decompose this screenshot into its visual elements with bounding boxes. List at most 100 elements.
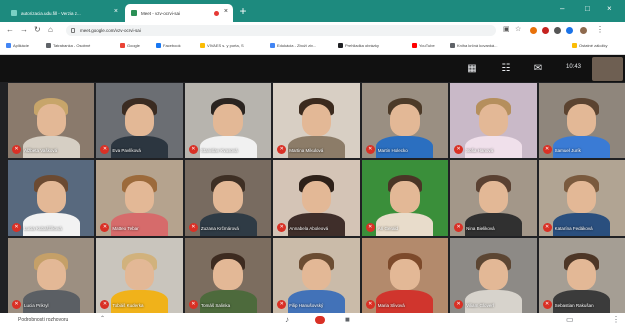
participant-tile[interactable]: ✕ Katarína Fedáková (538, 160, 625, 236)
tab-close-icon[interactable]: × (224, 8, 228, 15)
bookmark-item[interactable]: Facebook (156, 43, 181, 48)
google-icon (120, 43, 125, 48)
participant-tile[interactable]: ✕ Samuel Jurík (538, 83, 625, 159)
browser-tab-2[interactable]: Meet - vzv-ocrvi-sai × (125, 4, 233, 22)
participant-tile[interactable]: ✕ Lucia Kubaščíková (8, 160, 95, 236)
participant-tile[interactable]: ✕ Tobiáš Kuderka (96, 237, 183, 313)
meeting-details-button[interactable]: Podrobnosti rozhovoru (18, 317, 68, 323)
bookmark-item[interactable]: VIVAES s. y porta, S (200, 43, 244, 48)
bookmark-apps[interactable]: Aplikácie (6, 43, 29, 48)
window-close-icon[interactable]: × (607, 4, 612, 13)
participant-name: Sebastian Rakušan (554, 302, 594, 308)
self-view-video (592, 57, 623, 81)
extension-icon[interactable] (530, 27, 537, 34)
extension-icon[interactable] (542, 27, 549, 34)
mic-muted-icon: ✕ (542, 222, 552, 232)
participant-face (390, 181, 420, 214)
participant-tile[interactable]: ✕ Ari Gerald (361, 160, 449, 236)
participant-face (478, 181, 509, 214)
camera-toggle-icon[interactable]: ■ (345, 315, 350, 324)
extension-icon[interactable] (554, 27, 561, 34)
grid-layout-icon[interactable]: ▦ (466, 63, 478, 75)
bookmark-item[interactable]: Tatrabanka - Osobné (46, 43, 90, 48)
chat-icon[interactable]: ✉ (532, 63, 544, 75)
participant-tile[interactable]: ✕ Lucia Prikryl (8, 237, 95, 313)
participant-tile[interactable]: ✕ Filip Hanušovský (273, 237, 360, 313)
forward-icon[interactable]: → (20, 25, 28, 34)
chevron-up-icon[interactable]: ⌃ (100, 315, 105, 322)
participant-name: Samuel Jurík (554, 148, 581, 154)
participant-body (376, 213, 434, 236)
participant-tile[interactable]: ✕ Maria Slivová (361, 237, 449, 313)
participant-body (464, 213, 522, 236)
reload-icon[interactable]: ↻ (34, 25, 41, 34)
participant-tile[interactable]: ✕ Zuzana Krčmárová (184, 160, 272, 236)
bookmark-icon (450, 43, 455, 48)
maximize-icon[interactable]: □ (585, 4, 590, 13)
participant-name: Stanislav Kvasová (200, 148, 238, 154)
bookmark-item[interactable]: Kniha krčná kovanká... (450, 43, 497, 48)
microphone-icon[interactable]: ♪ (285, 315, 289, 324)
participant-tile[interactable]: ✕ Annabela Aboleová (273, 160, 360, 236)
participant-name: Viliam Gloverl (466, 302, 494, 308)
address-bar-row: ← → ↻ ⌂ meet.google.com/vzv-ocrvi-sai ▣ … (0, 22, 625, 38)
participant-name: Ari Gerald (377, 225, 398, 231)
profile-avatar[interactable] (580, 27, 587, 34)
participant-face (36, 258, 66, 291)
url-field[interactable]: meet.google.com/vzv-ocrvi-sai (66, 25, 496, 36)
participant-face (36, 181, 66, 214)
home-icon[interactable]: ⌂ (48, 25, 53, 34)
participant-tile[interactable]: ✕ Nina Bieliková (450, 160, 537, 236)
menu-kebab-icon[interactable]: ⋮ (596, 25, 604, 34)
participant-name: Tomáš Salinka (200, 302, 231, 308)
participant-tile[interactable]: ✕ Tomáš Salinka (184, 237, 272, 313)
star-icon[interactable]: ☆ (515, 25, 521, 33)
participant-face (301, 258, 332, 291)
bookmark-item[interactable]: Edukácia - Zboží ziv... (270, 43, 316, 48)
tab-close-icon[interactable]: × (114, 8, 118, 15)
new-tab-button[interactable]: + (236, 4, 250, 18)
bookmark-item[interactable]: YouTube (412, 43, 435, 48)
participant-face (478, 104, 509, 136)
back-icon[interactable]: ← (6, 25, 14, 34)
participant-tile[interactable]: ✕ Sebastian Rakušan (538, 237, 625, 313)
participant-name: Alžbeta Vašková (24, 148, 58, 154)
participant-name: Eva Pavlíková (112, 148, 141, 154)
participant-tile[interactable]: ✕ Matteo Tebar (96, 160, 183, 236)
participant-name: Zuzana Krčmárová (200, 225, 239, 231)
participant-body (376, 290, 434, 313)
participant-name: Lucia Prikryl (24, 302, 49, 308)
participant-face (124, 258, 155, 291)
bookmark-item[interactable]: Google (120, 43, 140, 48)
participant-body (464, 290, 522, 313)
mic-muted-icon: ✕ (188, 299, 198, 309)
apps-icon (6, 43, 11, 48)
minimize-icon[interactable]: – (560, 4, 564, 13)
participant-tile[interactable]: ✕ Stanislav Kvasová (184, 83, 272, 159)
browser-tab-1[interactable]: autorizacia.udu.fill - Verzia z... × (5, 4, 123, 22)
bookmark-icon (338, 43, 343, 48)
other-bookmarks[interactable]: Ostatné záložky (572, 43, 607, 48)
participant-tile[interactable]: ✕ Alžbeta Vašková (8, 83, 95, 159)
participant-tile[interactable]: ✕ Martin Holecko (361, 83, 449, 159)
participant-tile[interactable]: ✕ Eva Pavlíková (96, 83, 183, 159)
tab-title: autorizacia.udu.fill - Verzia z... (21, 10, 81, 16)
participant-tile[interactable]: ✕ Martina Mikulová (273, 83, 360, 159)
participant-tile[interactable]: ✕ Viliam Gloverl (450, 237, 537, 313)
bookmark-item[interactable]: Prehliadka obrázky (338, 43, 379, 48)
participant-face (478, 258, 509, 291)
mic-muted-icon: ✕ (365, 299, 375, 309)
participant-body (553, 290, 611, 313)
participant-tile[interactable]: ✕ Sofia Hanová (450, 83, 537, 159)
bookmark-icon (270, 43, 275, 48)
participant-body (199, 213, 257, 236)
more-options-icon[interactable]: ⋮ (612, 315, 620, 324)
camera-icon[interactable]: ▣ (503, 25, 510, 33)
captions-icon[interactable]: ▭ (566, 315, 574, 324)
participant-name: Martina Mikulová (289, 148, 324, 154)
participant-face (36, 104, 66, 136)
participant-body (287, 213, 345, 236)
end-call-button[interactable] (315, 316, 325, 324)
participants-icon[interactable]: ☷ (500, 63, 512, 75)
extension-icon[interactable] (566, 27, 573, 34)
